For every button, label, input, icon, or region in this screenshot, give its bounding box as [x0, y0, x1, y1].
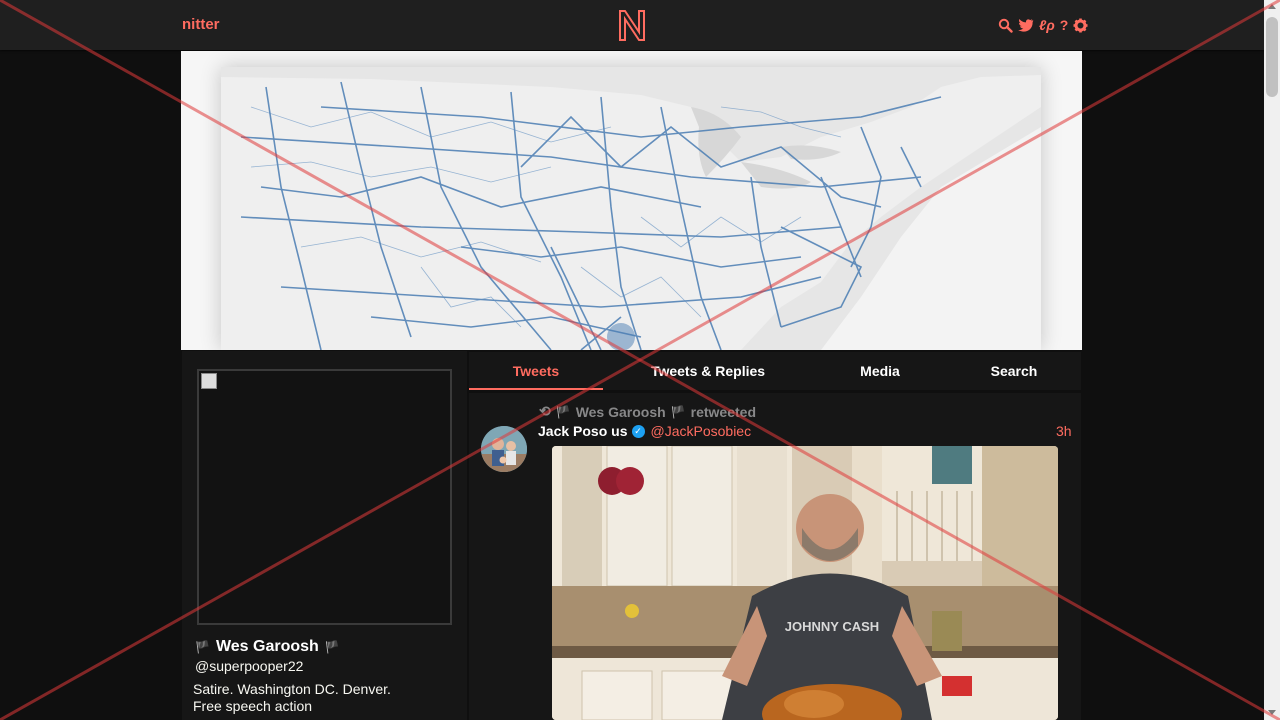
tweet-media-image[interactable]: JOHNNY CASH: [552, 446, 1058, 720]
scroll-down-arrow-icon[interactable]: [1268, 710, 1276, 715]
scroll-up-arrow-icon[interactable]: [1268, 4, 1276, 9]
bio-line: Satire. Washington DC. Denver.: [193, 681, 391, 697]
profile-fullname[interactable]: Wes Garoosh: [216, 638, 319, 656]
help-icon[interactable]: ?: [1060, 16, 1069, 34]
scrollbar-thumb[interactable]: [1266, 17, 1278, 97]
pirate-flag-icon: 🏴: [555, 404, 571, 419]
profile-card: 🏴 Wes Garoosh 🏴 @superpooper22 Satire. W…: [182, 351, 467, 720]
profile-name-row: 🏴 Wes Garoosh 🏴: [195, 638, 340, 656]
banner-road-map-image: [221, 67, 1041, 350]
rss-icon[interactable]: ℓρ: [1039, 16, 1055, 34]
tab-media[interactable]: Media: [829, 352, 931, 390]
tab-tweets-and-replies[interactable]: Tweets & Replies: [637, 352, 779, 390]
pirate-flag-icon: 🏴: [195, 640, 210, 654]
profile-bio: Satire. Washington DC. Denver. Free spee…: [193, 681, 453, 715]
broken-image-icon: [201, 373, 217, 389]
pirate-flag-icon: 🏴: [324, 640, 340, 654]
nitter-home-link[interactable]: nitter: [182, 16, 220, 33]
tab-tweets[interactable]: Tweets: [469, 352, 603, 390]
retweeted-label: retweeted: [690, 403, 756, 420]
shirt-text: JOHNNY CASH: [785, 619, 879, 634]
bio-line: Free speech action: [193, 698, 313, 714]
profile-username[interactable]: @superpooper22: [195, 658, 303, 674]
tab-search[interactable]: Search: [959, 352, 1069, 390]
gear-icon[interactable]: [1073, 18, 1088, 33]
tweet-username[interactable]: @JackPosobiec: [651, 423, 752, 439]
page-scrollbar[interactable]: [1264, 0, 1280, 720]
tweet-fullname[interactable]: Jack Poso us: [538, 423, 628, 439]
nav-icon-group: ℓρ ?: [998, 16, 1088, 34]
tweet-date[interactable]: 3h: [1056, 423, 1072, 439]
verified-badge-icon: ✓: [631, 424, 645, 438]
retweet-icon: ⟲: [539, 403, 551, 419]
timeline-item[interactable]: ⟲ 🏴 Wes Garoosh 🏴 retweeted Jack Poso us…: [469, 393, 1081, 720]
retweeter-name[interactable]: Wes Garoosh: [576, 404, 666, 420]
profile-avatar[interactable]: [197, 369, 452, 625]
pirate-flag-icon: 🏴: [670, 404, 686, 419]
retweet-header: ⟲ 🏴 Wes Garoosh 🏴 retweeted: [539, 403, 756, 420]
timeline-tabs: Tweets Tweets & Replies Media Search: [469, 352, 1081, 390]
bird-icon[interactable]: [1018, 18, 1034, 32]
tweet-avatar[interactable]: [481, 426, 527, 472]
search-icon[interactable]: [998, 18, 1013, 33]
top-navbar: nitter ℓρ ?: [0, 0, 1264, 50]
tweet-header: Jack Poso us ✓ @JackPosobiec: [538, 423, 751, 439]
nitter-logo-icon[interactable]: [617, 8, 647, 42]
profile-banner[interactable]: [181, 51, 1082, 350]
